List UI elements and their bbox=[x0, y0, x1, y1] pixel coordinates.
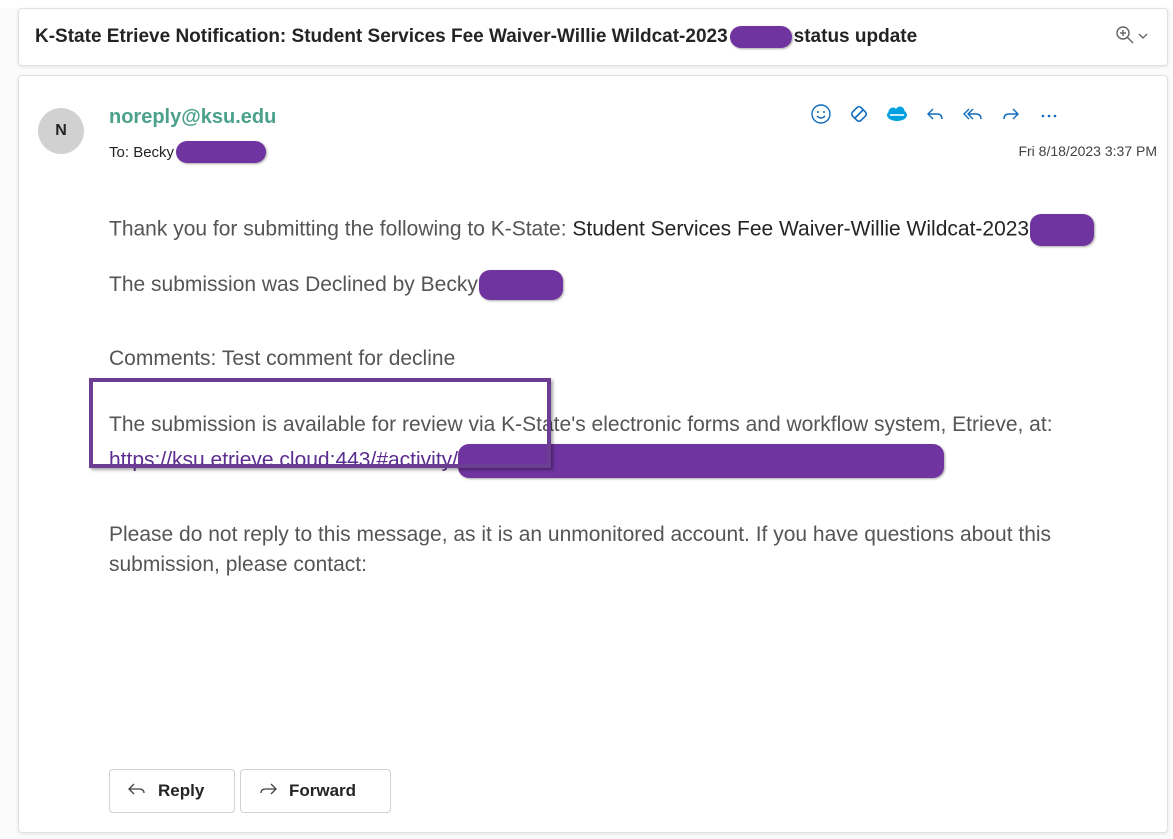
sender-address[interactable]: noreply@ksu.edu bbox=[109, 106, 276, 129]
message-actions bbox=[809, 100, 1061, 128]
email-reading-pane: K-State Etrieve Notification: Student Se… bbox=[0, 0, 1173, 839]
noreply-paragraph: Please do not reply to this message, as … bbox=[109, 520, 1149, 580]
comments-text: Comments: Test comment for decline bbox=[109, 347, 456, 371]
reply-label: Reply bbox=[158, 781, 205, 800]
subject-line: K-State Etrieve Notification: Student Se… bbox=[35, 26, 917, 48]
salesforce-icon[interactable] bbox=[885, 102, 909, 126]
zoom-button[interactable] bbox=[1115, 23, 1155, 51]
more-icon[interactable] bbox=[1037, 102, 1061, 126]
thanks-paragraph: Thank you for submitting the following t… bbox=[109, 214, 1149, 246]
sent-date: Fri 8/18/2023 3:37 PM bbox=[1018, 143, 1157, 159]
form-name: Student Services Fee Waiver-Willie Wildc… bbox=[572, 217, 1030, 241]
subject-prefix: K-State Etrieve Notification: Student Se… bbox=[35, 26, 728, 48]
redaction-mark bbox=[176, 141, 267, 163]
chevron-down-icon bbox=[1138, 28, 1148, 46]
zoom-icon bbox=[1115, 25, 1135, 50]
forward-icon bbox=[257, 779, 279, 804]
forward-button[interactable]: Forward bbox=[240, 769, 391, 813]
subject-bar: K-State Etrieve Notification: Student Se… bbox=[18, 8, 1168, 66]
declined-text: The submission was Declined by Becky bbox=[109, 273, 478, 296]
reply-button[interactable]: Reply bbox=[109, 769, 235, 813]
to-label: To: bbox=[109, 143, 130, 161]
declined-paragraph: The submission was Declined by Becky bbox=[109, 270, 1149, 301]
email-card: N noreply@ksu.edu To: Becky Fri 8/18/202… bbox=[18, 75, 1168, 833]
comments-paragraph: Comments: Test comment for decline bbox=[109, 344, 1149, 374]
reply-icon[interactable] bbox=[923, 102, 947, 126]
redaction-mark bbox=[1030, 214, 1095, 246]
clipped-text-strip bbox=[0, 0, 1173, 8]
recipient-line: To: Becky bbox=[109, 141, 267, 163]
loop-icon[interactable] bbox=[847, 102, 871, 126]
sender-avatar[interactable]: N bbox=[38, 108, 84, 154]
noreply-text: Please do not reply to this message, as … bbox=[109, 523, 1052, 577]
reply-all-icon[interactable] bbox=[961, 102, 985, 126]
comment-highlight-box bbox=[89, 378, 551, 468]
emoji-icon[interactable] bbox=[809, 102, 833, 126]
forward-icon[interactable] bbox=[999, 102, 1023, 126]
reply-icon bbox=[126, 779, 148, 804]
thanks-prefix: Thank you for submitting the following t… bbox=[109, 217, 573, 241]
recipient-name[interactable]: Becky bbox=[133, 144, 174, 161]
forward-label: Forward bbox=[289, 781, 357, 800]
subject-suffix: status update bbox=[793, 26, 918, 48]
redaction-mark bbox=[729, 26, 792, 48]
redaction-mark bbox=[478, 270, 563, 301]
